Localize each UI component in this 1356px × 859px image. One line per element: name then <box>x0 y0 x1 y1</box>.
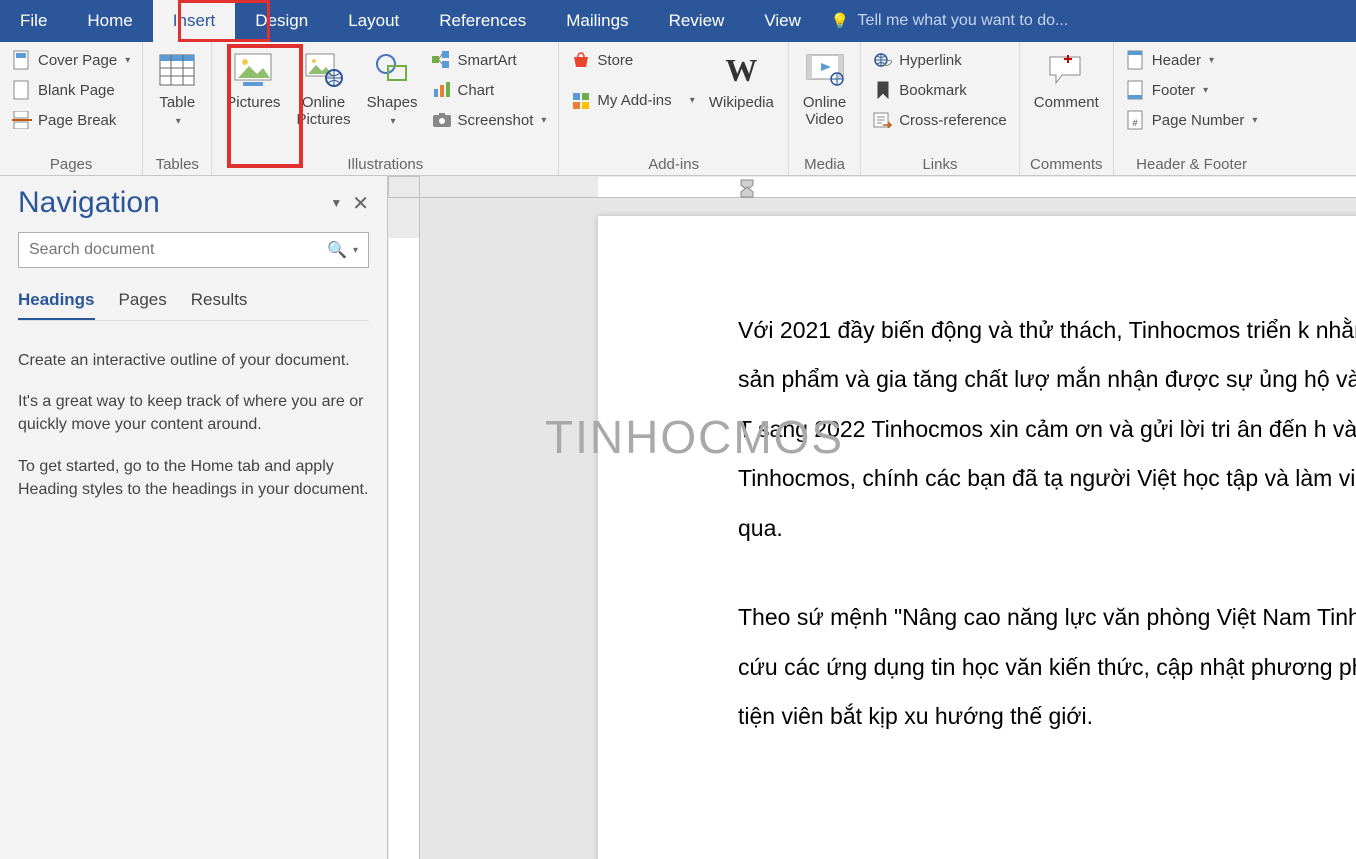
tell-me-label: Tell me what you want to do... <box>858 12 1069 30</box>
bookmark-icon <box>873 80 893 100</box>
my-addins-button[interactable]: My Add-ins ▾ <box>567 88 698 112</box>
screenshot-button[interactable]: Screenshot▾ <box>428 108 551 132</box>
blank-page-icon <box>12 80 32 100</box>
smartart-icon <box>432 50 452 70</box>
cross-reference-button[interactable]: Cross-reference <box>869 108 1011 132</box>
group-label-pages: Pages <box>8 154 134 173</box>
group-media: Online Video Media <box>789 42 861 175</box>
search-dropdown-icon[interactable]: ▾ <box>353 245 358 256</box>
online-video-button[interactable]: Online Video <box>797 46 852 133</box>
navigation-title: Navigation <box>18 186 160 220</box>
footer-button[interactable]: Footer▾ <box>1122 78 1262 102</box>
group-tables: Table▾ Tables <box>143 42 212 175</box>
group-comments: Comment Comments <box>1020 42 1114 175</box>
document-page[interactable]: Với 2021 đầy biến động và thử thách, Tin… <box>598 216 1356 859</box>
dropdown-arrow-icon: ▾ <box>391 116 396 127</box>
nav-close-button[interactable]: ✕ <box>352 191 369 216</box>
chart-button[interactable]: Chart <box>428 78 551 102</box>
highlight-pictures-button <box>227 44 303 168</box>
nav-tab-headings[interactable]: Headings <box>18 290 95 320</box>
group-label-addins: Add-ins <box>567 154 779 173</box>
shapes-button[interactable]: Shapes▾ <box>361 46 424 133</box>
search-icon[interactable]: 🔍 <box>327 240 347 260</box>
indent-marker[interactable] <box>740 179 754 199</box>
header-icon <box>1126 50 1146 70</box>
page-number-button[interactable]: # Page Number▾ <box>1122 108 1262 132</box>
tab-mailings[interactable]: Mailings <box>546 0 648 42</box>
nav-options-dropdown[interactable]: ▼ <box>330 196 342 210</box>
lightbulb-icon: 💡 <box>831 12 850 30</box>
wikipedia-icon: W <box>721 50 761 90</box>
online-video-icon <box>805 50 845 90</box>
group-label-comments: Comments <box>1028 154 1105 173</box>
navigation-pane: Navigation ▼ ✕ 🔍 ▾ Headings Pages Result… <box>0 176 388 859</box>
tab-references[interactable]: References <box>419 0 546 42</box>
store-icon <box>571 50 591 70</box>
tab-layout[interactable]: Layout <box>328 0 419 42</box>
nav-tabs: Headings Pages Results <box>18 290 369 321</box>
svg-text:#: # <box>1132 118 1137 128</box>
tab-file[interactable]: File <box>0 0 67 42</box>
shapes-icon <box>372 50 412 90</box>
store-button[interactable]: Store <box>567 48 698 72</box>
dropdown-arrow-icon: ▾ <box>541 115 546 126</box>
blank-page-button[interactable]: Blank Page <box>8 78 134 102</box>
comment-icon <box>1046 50 1086 90</box>
nav-search-box[interactable]: 🔍 ▾ <box>18 232 369 268</box>
ruler-corner <box>388 176 420 198</box>
online-pictures-icon <box>304 50 344 90</box>
page-break-icon <box>12 110 32 130</box>
bookmark-button[interactable]: Bookmark <box>869 78 1011 102</box>
nav-tab-results[interactable]: Results <box>191 290 248 320</box>
hyperlink-button[interactable]: Hyperlink <box>869 48 1011 72</box>
group-label-media: Media <box>797 154 852 173</box>
dropdown-arrow-icon: ▾ <box>125 55 130 66</box>
highlight-insert-tab <box>178 0 270 42</box>
wikipedia-button[interactable]: W Wikipedia <box>703 46 780 115</box>
nav-search-input[interactable] <box>29 241 327 259</box>
group-label-links: Links <box>869 154 1011 173</box>
work-area: Navigation ▼ ✕ 🔍 ▾ Headings Pages Result… <box>0 176 1356 859</box>
dropdown-arrow-icon: ▾ <box>176 116 181 127</box>
nav-help-text: Create an interactive outline of your do… <box>18 349 369 501</box>
dropdown-arrow-icon: ▾ <box>1209 55 1214 66</box>
group-label-tables: Tables <box>151 154 203 173</box>
document-content[interactable]: Với 2021 đầy biến động và thử thách, Tin… <box>598 216 1356 822</box>
chart-icon <box>432 80 452 100</box>
header-button[interactable]: Header▾ <box>1122 48 1262 72</box>
table-icon <box>157 50 197 90</box>
group-label-header-footer: Header & Footer <box>1122 154 1262 173</box>
tab-review[interactable]: Review <box>649 0 745 42</box>
hyperlink-icon <box>873 50 893 70</box>
comment-button[interactable]: Comment <box>1028 46 1105 115</box>
group-addins: Store My Add-ins ▾ W Wikipedia Add-ins <box>559 42 788 175</box>
vertical-ruler[interactable] <box>388 198 420 859</box>
page-number-icon: # <box>1126 110 1146 130</box>
nav-tab-pages[interactable]: Pages <box>119 290 167 320</box>
table-button[interactable]: Table▾ <box>151 46 203 133</box>
cover-page-button[interactable]: Cover Page▾ <box>8 48 134 72</box>
group-pages: Cover Page▾ Blank Page Page Break Pages <box>0 42 143 175</box>
screenshot-icon <box>432 110 452 130</box>
footer-icon <box>1126 80 1146 100</box>
dropdown-arrow-icon: ▾ <box>1203 85 1208 96</box>
tab-view[interactable]: View <box>744 0 821 42</box>
cover-page-icon <box>12 50 32 70</box>
group-links: Hyperlink Bookmark Cross-reference Links <box>861 42 1020 175</box>
tab-home[interactable]: Home <box>67 0 152 42</box>
document-area: 1 1 2 3 4 Với 2021 đầy biến động và thử … <box>388 176 1356 859</box>
smartart-button[interactable]: SmartArt <box>428 48 551 72</box>
group-header-footer: Header▾ Footer▾ # Page Number▾ Header & … <box>1114 42 1270 175</box>
ribbon: Cover Page▾ Blank Page Page Break Pages … <box>0 42 1356 176</box>
dropdown-arrow-icon: ▾ <box>690 95 695 106</box>
my-addins-icon <box>571 90 591 110</box>
page-break-button[interactable]: Page Break <box>8 108 134 132</box>
cross-reference-icon <box>873 110 893 130</box>
dropdown-arrow-icon: ▾ <box>1252 115 1257 126</box>
tell-me-search[interactable]: 💡 Tell me what you want to do... <box>831 0 1068 42</box>
